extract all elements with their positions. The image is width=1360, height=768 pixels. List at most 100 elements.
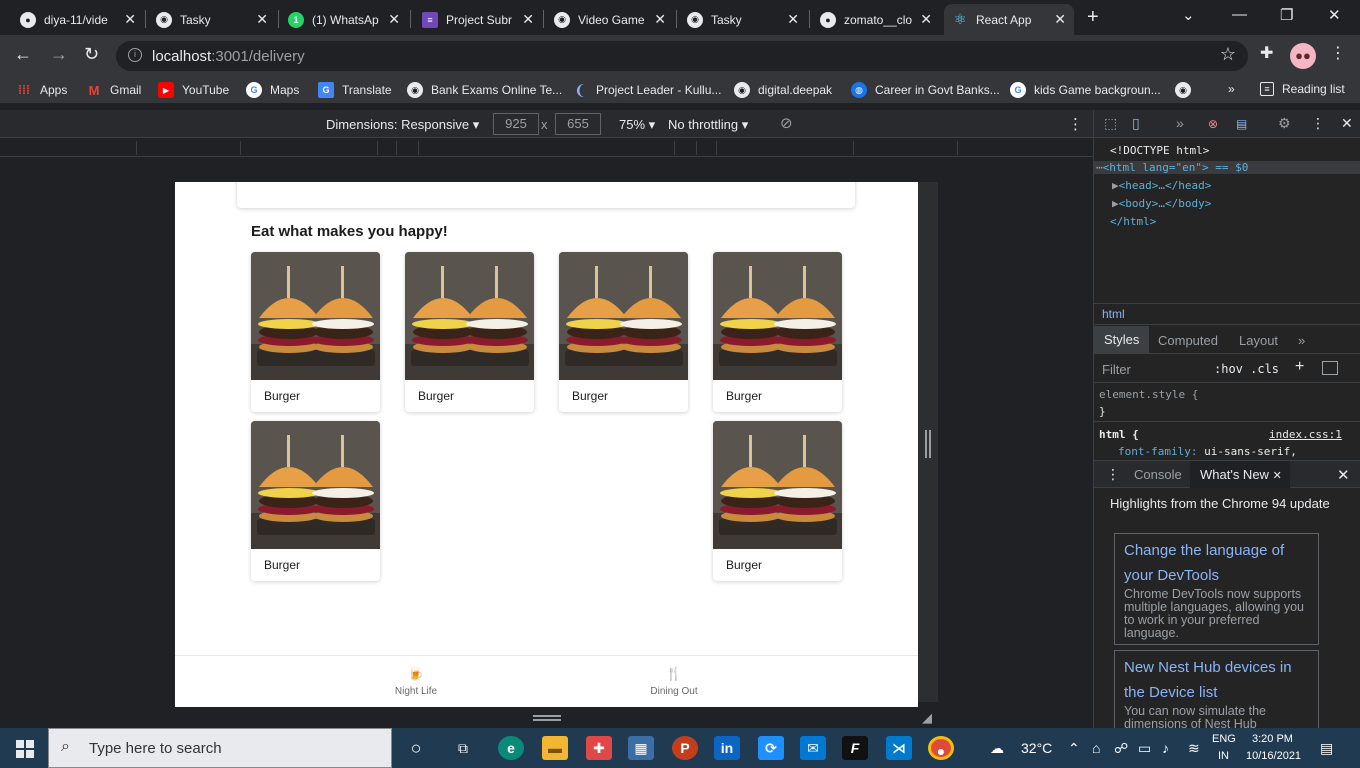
breadcrumb-html[interactable]: html bbox=[1102, 307, 1125, 321]
zoom-dropdown[interactable]: 75% ▾ bbox=[619, 117, 655, 133]
edge-icon[interactable]: e bbox=[498, 736, 524, 760]
dom-head-node[interactable]: ▶<head>…</head> bbox=[1112, 179, 1211, 192]
tray-device-icon[interactable]: ⌂ bbox=[1092, 740, 1100, 756]
language-top[interactable]: ENG bbox=[1212, 733, 1236, 745]
address-bar[interactable]: i localhost:3001/delivery ☆ bbox=[116, 41, 1248, 71]
filter-input[interactable]: Filter bbox=[1102, 362, 1131, 377]
forward-icon[interactable]: → bbox=[50, 44, 68, 65]
food-card[interactable]: Burger bbox=[559, 252, 688, 412]
resize-corner-icon[interactable]: ◢ bbox=[922, 710, 932, 726]
bookmark-maps[interactable]: G Maps bbox=[246, 82, 299, 98]
restore-icon[interactable]: ❐ bbox=[1280, 6, 1293, 24]
bookmark-project-leader[interactable]: ❨ Project Leader - Kullu... bbox=[572, 82, 721, 98]
close-window-icon[interactable]: ✕ bbox=[1328, 6, 1341, 24]
height-input[interactable]: 655 bbox=[555, 113, 601, 135]
tab-5[interactable]: ◉ Video Game ✕ bbox=[546, 4, 674, 35]
tab-styles[interactable]: Styles bbox=[1094, 326, 1150, 354]
chevron-double-right-icon[interactable]: » bbox=[1298, 333, 1305, 348]
close-drawer-icon[interactable]: ✕ bbox=[1337, 466, 1350, 484]
close-devtools-icon[interactable]: ✕ bbox=[1341, 115, 1353, 132]
tab-computed[interactable]: Computed bbox=[1158, 333, 1218, 348]
tab-console[interactable]: Console bbox=[1134, 467, 1182, 482]
bookmark-bank-exams[interactable]: ◉ Bank Exams Online Te... bbox=[407, 82, 562, 98]
extensions-icon[interactable]: ✚ bbox=[1260, 43, 1273, 63]
profile-avatar[interactable]: ●● bbox=[1290, 43, 1316, 69]
gift-icon[interactable]: ✚ bbox=[586, 736, 612, 760]
bookmark-kids-game[interactable]: Gkids Game backgroun... bbox=[1010, 82, 1161, 98]
settings-gear-icon[interactable]: ⚙ bbox=[1278, 115, 1291, 132]
network-icon[interactable]: ☍ bbox=[1114, 740, 1128, 757]
bookmark-extra[interactable]: ◉ bbox=[1175, 82, 1199, 98]
forza-icon[interactable]: F bbox=[842, 736, 868, 760]
bookmark-translate[interactable]: G Translate bbox=[318, 82, 392, 98]
tab-layout[interactable]: Layout bbox=[1239, 333, 1278, 348]
food-card[interactable]: Burger bbox=[251, 421, 380, 581]
dom-html-close[interactable]: </html> bbox=[1110, 215, 1156, 228]
tab-search-icon[interactable]: ⌄ bbox=[1182, 6, 1195, 24]
tab-1[interactable]: ● diya-11/vide ✕ bbox=[12, 4, 144, 35]
reload-icon[interactable]: ↻ bbox=[84, 44, 99, 65]
menu-kebab-icon[interactable]: ⋮ bbox=[1330, 43, 1346, 63]
bookmark-apps[interactable]: ⁞⁞⁞ Apps bbox=[16, 82, 67, 98]
devtools-menu-icon[interactable]: ⋮ bbox=[1311, 115, 1325, 132]
vscode-icon[interactable]: ⋊ bbox=[886, 736, 912, 760]
tray-chevron-icon[interactable]: ⌃ bbox=[1068, 740, 1080, 757]
news-card[interactable]: New Nest Hub devices in the Device list … bbox=[1114, 650, 1319, 728]
language-bottom[interactable]: IN bbox=[1218, 750, 1229, 762]
more-tabs-icon[interactable]: » bbox=[1176, 115, 1184, 131]
bookmark-digital-deepak[interactable]: ◉ digital.deepak bbox=[734, 82, 832, 98]
width-input[interactable]: 925 bbox=[493, 113, 539, 135]
food-card[interactable]: Burger bbox=[251, 252, 380, 412]
sync-icon[interactable]: ⟳ bbox=[758, 736, 784, 760]
tab-8-active[interactable]: ⚛ React App ✕ bbox=[944, 4, 1074, 35]
notifications-icon[interactable]: ▤ bbox=[1320, 740, 1333, 757]
bookmark-star-icon[interactable]: ☆ bbox=[1220, 44, 1236, 65]
close-tab-icon[interactable]: ✕ bbox=[256, 11, 268, 28]
cortana-icon[interactable]: ○ bbox=[403, 736, 429, 760]
close-tab-icon[interactable]: ✕ bbox=[124, 11, 136, 28]
dom-doctype[interactable]: <!DOCTYPE html> bbox=[1110, 144, 1209, 157]
resize-grip-vertical[interactable] bbox=[925, 430, 931, 458]
dimensions-dropdown[interactable]: Dimensions: Responsive ▾ bbox=[326, 117, 479, 133]
resize-grip-horizontal[interactable] bbox=[533, 715, 561, 721]
food-card[interactable]: Burger bbox=[713, 421, 842, 581]
site-info-icon[interactable]: i bbox=[128, 48, 142, 62]
taskbar-search[interactable]: ⌕ Type here to search bbox=[48, 728, 392, 768]
dom-html-node[interactable]: ⋯<html lang="en"> == $0 bbox=[1094, 161, 1360, 174]
html-rule-selector[interactable]: html { bbox=[1099, 428, 1139, 441]
sidebar-toggle-icon[interactable] bbox=[1322, 361, 1338, 375]
inspect-icon[interactable]: ⬚ bbox=[1104, 115, 1117, 132]
wifi-icon[interactable]: ≋ bbox=[1188, 740, 1200, 757]
news-title[interactable]: Change the language of your DevTools bbox=[1124, 538, 1309, 588]
store-icon[interactable]: ▦ bbox=[628, 736, 654, 760]
weather-icon[interactable]: ☁ bbox=[990, 740, 1004, 757]
file-explorer-icon[interactable]: ▬ bbox=[542, 736, 568, 760]
throttling-dropdown[interactable]: No throttling ▾ bbox=[668, 117, 748, 133]
dom-body-node[interactable]: ▶<body>…</body> bbox=[1112, 197, 1211, 210]
linkedin-icon[interactable]: in bbox=[714, 736, 740, 760]
new-rule-icon[interactable]: + bbox=[1295, 358, 1304, 376]
drawer-menu-icon[interactable]: ⋮ bbox=[1106, 466, 1120, 483]
chrome-icon[interactable]: ● bbox=[928, 736, 954, 760]
close-icon[interactable]: ✕ bbox=[1273, 470, 1282, 482]
tab-4[interactable]: ≡ Project Subr ✕ bbox=[414, 4, 542, 35]
minimize-icon[interactable]: — bbox=[1232, 6, 1247, 23]
volume-icon[interactable]: ♪ bbox=[1162, 740, 1169, 756]
food-card[interactable]: Burger bbox=[713, 252, 842, 412]
task-view-icon[interactable]: ⧉ bbox=[450, 736, 476, 760]
bookmarks-overflow[interactable]: » bbox=[1228, 82, 1235, 96]
mail-icon[interactable]: ✉ bbox=[800, 736, 826, 760]
food-card[interactable]: Burger bbox=[405, 252, 534, 412]
weather-temp[interactable]: 32°C bbox=[1021, 740, 1052, 756]
error-badge-icon[interactable]: ⊗ bbox=[1208, 117, 1218, 131]
close-tab-icon[interactable]: ✕ bbox=[388, 11, 400, 28]
powerpoint-icon[interactable]: P bbox=[672, 736, 698, 760]
tab-7[interactable]: ● zomato__clo ✕ bbox=[812, 4, 940, 35]
close-tab-icon[interactable]: ✕ bbox=[920, 11, 932, 28]
nav-dining-out[interactable]: 🍴 Dining Out bbox=[634, 666, 714, 697]
device-more-icon[interactable]: ⋮ bbox=[1068, 115, 1083, 133]
close-tab-icon[interactable]: ✕ bbox=[522, 11, 534, 28]
nav-night-life[interactable]: 🍺 Night Life bbox=[376, 666, 456, 697]
tab-3[interactable]: 1 (1) WhatsAp ✕ bbox=[280, 4, 408, 35]
bookmark-gmail[interactable]: M Gmail bbox=[86, 82, 142, 98]
